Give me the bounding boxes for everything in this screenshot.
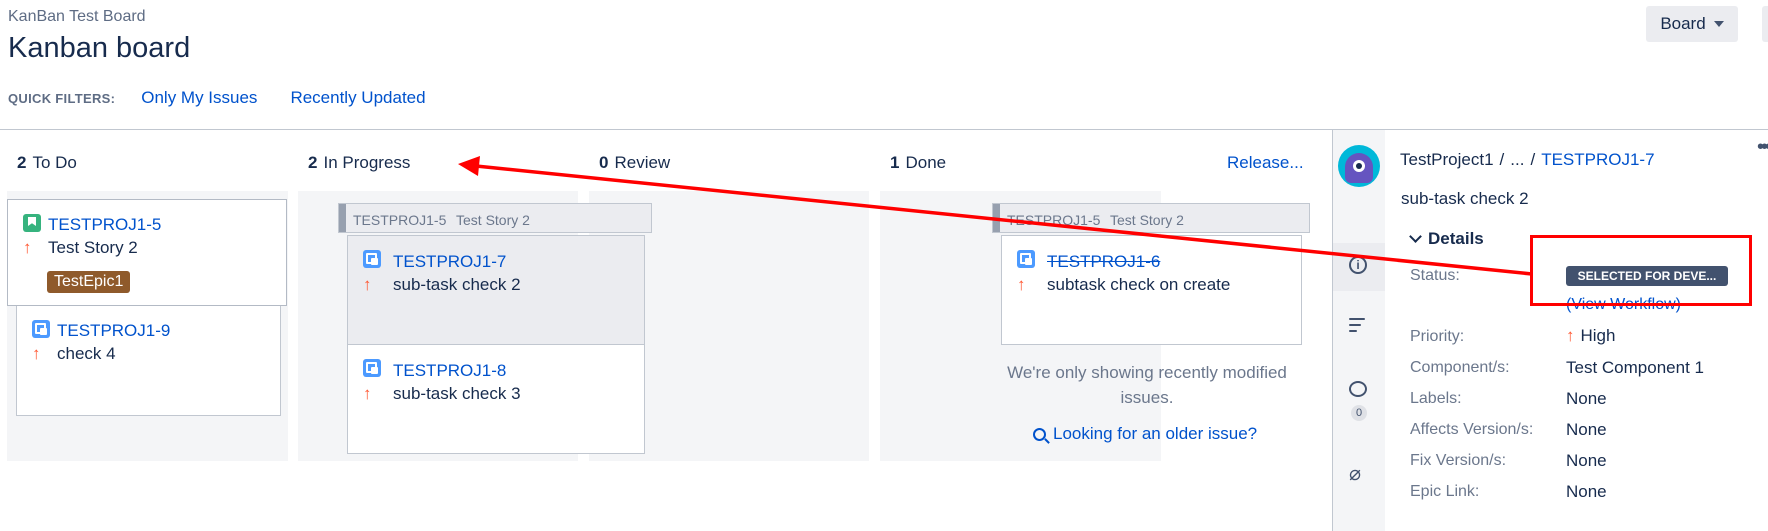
issue-key[interactable]: TESTPROJ1-8 [393, 361, 506, 381]
board-button-label: Board [1660, 14, 1706, 33]
issue-summary: sub-task check 3 [393, 384, 521, 403]
more-button[interactable] [1762, 6, 1768, 42]
issue-summary: Test Story 2 [48, 238, 138, 257]
affects-version-label: Affects Version/s: [1410, 421, 1534, 438]
details-heading: Details [1428, 229, 1484, 248]
board-menu-button[interactable]: Board [1646, 6, 1738, 42]
parent-ellipsis-link[interactable]: ... [1510, 150, 1524, 169]
issue-key[interactable]: TESTPROJ1-5 [48, 215, 161, 235]
epic-link-label: Epic Link: [1410, 483, 1480, 500]
column-header-done: 1 Done [890, 153, 947, 172]
parent-key: TESTPROJ1-5 [1007, 212, 1101, 228]
attachment-icon[interactable]: ⌀ [1349, 461, 1371, 485]
chevron-down-icon [1409, 230, 1422, 243]
parent-summary: Test Story 2 [456, 212, 530, 228]
done-notice: We're only showing recently modified iss… [1007, 363, 1287, 407]
issue-key[interactable]: TESTPROJ1-7 [393, 252, 506, 272]
arrow-up-icon: ↑ [32, 344, 41, 363]
chevron-down-icon [1713, 21, 1724, 27]
more-options-icon[interactable]: ••• [1757, 136, 1768, 159]
filter-only-my-issues[interactable]: Only My Issues [141, 88, 257, 108]
issue-key[interactable]: TESTPROJ1-9 [57, 321, 170, 341]
component-value[interactable]: Test Component 1 [1566, 358, 1704, 378]
fix-version-label: Fix Version/s: [1410, 452, 1507, 469]
issue-summary: sub-task check 2 [393, 275, 521, 294]
fix-version-value[interactable]: None [1566, 451, 1607, 471]
annotation-highlight-box [1530, 235, 1752, 306]
affects-version-value[interactable]: None [1566, 420, 1607, 440]
description-icon[interactable] [1349, 318, 1367, 340]
project-avatar [1338, 145, 1380, 187]
details-section-toggle[interactable]: Details [1409, 229, 1484, 249]
header-divider [0, 129, 1768, 130]
quick-filters: QUICK FILTERS: Only My Issues Recently U… [8, 88, 459, 108]
status-label: Status: [1410, 267, 1460, 284]
comment-count: 0 [1351, 405, 1367, 421]
issue-key-resolved[interactable]: TESTPROJ1-6 [1047, 252, 1160, 272]
quick-filters-label: QUICK FILTERS: [8, 90, 116, 106]
search-icon [1033, 427, 1046, 441]
info-icon[interactable]: i [1349, 256, 1367, 274]
swimlane-header[interactable]: TESTPROJ1-5 Test Story 2 [992, 203, 1310, 233]
column-header-todo: 2 To Do [17, 153, 77, 172]
epic-link-value[interactable]: None [1566, 482, 1607, 502]
parent-key: TESTPROJ1-5 [353, 212, 447, 228]
comment-icon[interactable] [1349, 381, 1367, 397]
page-title: Kanban board [8, 32, 191, 64]
issue-title: sub-task check 2 [1401, 189, 1529, 208]
priority-label: Priority: [1410, 328, 1465, 345]
issue-breadcrumb: TestProject1/... / TESTPROJ1-7 [1400, 150, 1655, 169]
release-link[interactable]: Release... [1227, 153, 1304, 173]
epic-badge: TestEpic1 [47, 271, 131, 293]
parent-summary: Test Story 2 [1110, 212, 1184, 228]
subtask-icon [32, 320, 50, 338]
arrow-up-icon: ↑ [1566, 326, 1575, 345]
arrow-up-icon: ↑ [23, 238, 32, 257]
arrow-up-icon: ↑ [363, 275, 372, 294]
issue-summary: subtask check on create [1047, 275, 1231, 294]
issue-summary: check 4 [57, 344, 116, 363]
subtask-icon [363, 359, 381, 377]
issue-card[interactable]: TESTPROJ1-9 ↑ check 4 [16, 300, 281, 416]
filter-recently-updated[interactable]: Recently Updated [290, 88, 425, 108]
labels-value[interactable]: None [1566, 389, 1607, 409]
column-header-review: 0 Review [599, 153, 671, 172]
older-issue-link[interactable]: Looking for an older issue? [1033, 424, 1257, 444]
priority-value[interactable]: ↑ High [1566, 326, 1615, 346]
issue-card[interactable]: TESTPROJ1-6 ↑ subtask check on create [1001, 235, 1302, 345]
arrow-up-icon: ↑ [1017, 275, 1026, 294]
column-header-in-progress: 2 In Progress [308, 153, 411, 172]
labels-label: Labels: [1410, 390, 1462, 407]
story-icon [23, 214, 41, 232]
issue-key-link[interactable]: TESTPROJ1-7 [1541, 150, 1654, 169]
board-name: KanBan Test Board [8, 8, 146, 25]
older-issue-label: Looking for an older issue? [1053, 424, 1258, 443]
subtask-icon [1017, 250, 1035, 268]
issue-card-selected[interactable]: TESTPROJ1-7 ↑ sub-task check 2 [347, 235, 645, 345]
project-link[interactable]: TestProject1 [1400, 150, 1494, 169]
component-label: Component/s: [1410, 359, 1510, 376]
arrow-up-icon: ↑ [363, 384, 372, 403]
swimlane-header[interactable]: TESTPROJ1-5 Test Story 2 [338, 203, 652, 233]
issue-card[interactable]: TESTPROJ1-8 ↑ sub-task check 3 [347, 344, 645, 454]
issue-card[interactable]: TESTPROJ1-5 ↑ Test Story 2 TestEpic1 [7, 199, 287, 306]
subtask-icon [363, 250, 381, 268]
